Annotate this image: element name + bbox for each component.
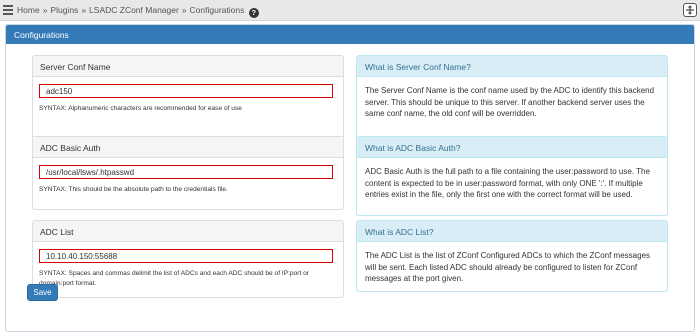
top-bar: Home» Plugins» LSADC ZConf Manager» Configu… [0,0,700,21]
server-conf-name-help-text: The Server Conf Name is the conf name us… [365,86,655,118]
question-circle-icon[interactable]: ? [248,8,259,18]
adc-list-label: ADC List [33,221,343,242]
adc-basic-auth-syntax: SYNTAX: This should be the absolute path… [39,186,228,193]
adc-basic-auth-help-card: What is ADC Basic Auth? ADC Basic Auth i… [356,136,668,216]
breadcrumb-plugins[interactable]: Plugins [50,5,78,15]
adc-list-input[interactable] [39,249,333,263]
adc-basic-auth-input[interactable] [39,165,333,179]
adc-basic-auth-label: ADC Basic Auth [33,137,343,158]
breadcrumb-lsadc-zconf-manager[interactable]: LSADC ZConf Manager [89,5,179,15]
server-conf-name-label: Server Conf Name [33,56,343,77]
breadcrumb-home[interactable]: Home [17,5,40,15]
adc-list-card: ADC List SYNTAX: Spaces and commas delim… [32,220,344,298]
adc-list-help-card: What is ADC List? The ADC List is the li… [356,220,668,292]
breadcrumb: Home» Plugins» LSADC ZConf Manager» Configu… [17,5,259,18]
adc-list-help-title: What is ADC List? [357,221,667,242]
window-toggle-icon [686,5,694,15]
server-conf-name-syntax: SYNTAX: Alphanumeric characters are reco… [39,105,242,112]
server-conf-name-input[interactable] [39,84,333,98]
breadcrumb-current: Configurations [189,5,245,15]
save-button[interactable]: Save [27,284,58,301]
adc-basic-auth-help-text: ADC Basic Auth is the full path to a fil… [365,167,650,199]
menu-icon[interactable] [3,5,13,15]
adc-list-syntax: SYNTAX: Spaces and commas delimit the li… [39,270,309,287]
panel-title: Configurations [6,25,694,44]
server-conf-name-card: Server Conf Name SYNTAX: Alphanumeric ch… [32,55,344,147]
window-toggle-button[interactable] [683,3,697,17]
adc-basic-auth-card: ADC Basic Auth SYNTAX: This should be th… [32,136,344,210]
server-conf-name-help-card: What is Server Conf Name? The Server Con… [356,55,668,149]
configurations-panel: Configurations Server Conf Name SYNTAX: … [5,24,695,332]
adc-basic-auth-help-title: What is ADC Basic Auth? [357,137,667,158]
adc-list-help-text: The ADC List is the list of ZConf Config… [365,251,651,283]
server-conf-name-help-title: What is Server Conf Name? [357,56,667,77]
